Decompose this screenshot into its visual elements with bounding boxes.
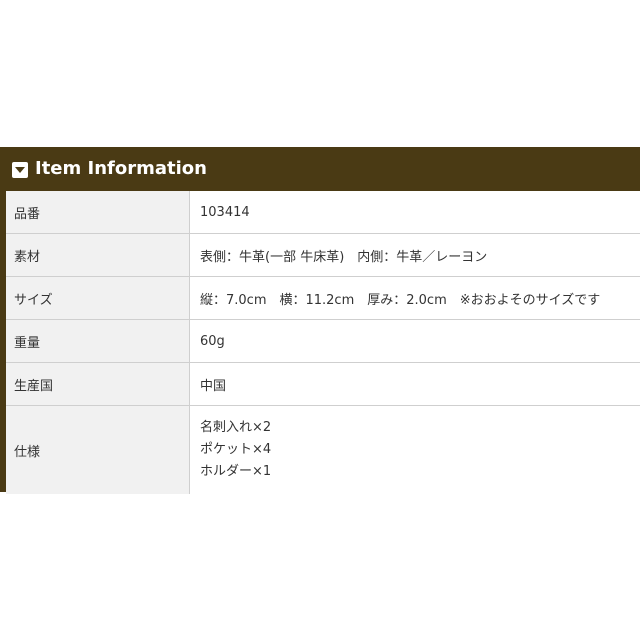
spec-table: 品番 103414 素材 表側：牛革(一部 牛床革) 内側：牛革／レーヨン サイ… — [6, 191, 640, 494]
panel-header[interactable]: Item Information — [0, 147, 640, 191]
table-row: 生産国 中国 — [6, 363, 640, 406]
row-label-specification: 仕様 — [6, 406, 190, 494]
item-information-panel: Item Information 品番 103414 素材 表側：牛革(一部 牛… — [0, 147, 640, 494]
row-label-part-number: 品番 — [6, 191, 190, 233]
dropdown-toggle-icon[interactable] — [12, 162, 28, 178]
panel-title: Item Information — [35, 158, 207, 179]
table-row: 品番 103414 — [6, 191, 640, 234]
spec-line-holder: ホルダー×1 — [200, 464, 272, 479]
row-label-material: 素材 — [6, 234, 190, 276]
table-row: 重量 60g — [6, 320, 640, 363]
row-label-weight: 重量 — [6, 320, 190, 362]
table-row: 仕様 名刺入れ×2 ポケット×4 ホルダー×1 — [6, 406, 640, 494]
spec-line-card-holder: 名刺入れ×2 — [200, 420, 272, 435]
row-value-specification: 名刺入れ×2 ポケット×4 ホルダー×1 — [190, 406, 640, 494]
table-row: 素材 表側：牛革(一部 牛床革) 内側：牛革／レーヨン — [6, 234, 640, 277]
row-value-weight: 60g — [200, 333, 225, 349]
row-label-country: 生産国 — [6, 363, 190, 405]
row-label-size: サイズ — [6, 277, 190, 319]
spec-line-pocket: ポケット×4 — [200, 442, 272, 457]
row-value-part-number: 103414 — [200, 204, 250, 220]
row-value-size: 縦：7.0cm 横：11.2cm 厚み：2.0cm ※おおよそのサイズです — [200, 292, 601, 308]
row-value-material: 表側：牛革(一部 牛床革) 内側：牛革／レーヨン — [200, 249, 488, 265]
row-value-country: 中国 — [200, 378, 227, 394]
table-row: サイズ 縦：7.0cm 横：11.2cm 厚み：2.0cm ※おおよそのサイズで… — [6, 277, 640, 320]
